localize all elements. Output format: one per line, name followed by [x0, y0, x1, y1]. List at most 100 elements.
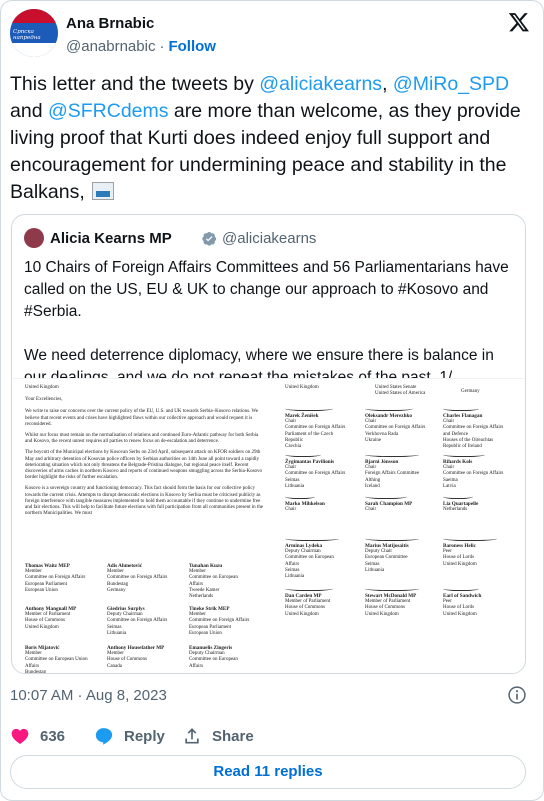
- heart-icon: [11, 728, 29, 744]
- letter-right-header: United Kingdom: [285, 385, 319, 390]
- signatory-role: European Union: [189, 630, 222, 636]
- signature-mark: [285, 535, 339, 541]
- signatory-role: Chair: [285, 507, 297, 513]
- signatory-block: Thomas Waitz MEP Member Committee on Forei…: [25, 563, 117, 594]
- quoted-author-avatar[interactable]: [24, 228, 44, 248]
- letter-paragraph: Whilst our focus must remain on the norm…: [25, 433, 259, 445]
- signatory-role: United Kingdom: [443, 611, 477, 617]
- signatory-role: Bundestag: [25, 669, 47, 674]
- info-icon[interactable]: [507, 685, 527, 705]
- signatory-block: Arminas Lydeka Deputy Chairman Committee o…: [285, 535, 377, 580]
- share-label: Share: [212, 727, 254, 745]
- signature-mark: [365, 405, 413, 411]
- letter-paragraph: The boycott of the Municipal elections b…: [25, 450, 263, 481]
- signatory-role: Lithuania: [285, 574, 305, 580]
- letter-image[interactable]: United Kingdom Your Excellencies, We wri…: [13, 378, 525, 674]
- signatory-role: European Union: [25, 587, 58, 593]
- signatory-role: United Kingdom: [25, 624, 59, 630]
- signatory-block: Žygimantas Pavilionis Chair Committee on F…: [285, 451, 377, 490]
- signatory-role: Czechia: [285, 444, 302, 450]
- signature-mark: [365, 493, 407, 499]
- author-handle-row: @anabrnabic · Follow: [66, 38, 216, 55]
- signatory-block: Dan Carden MP Member of Parliament House o…: [285, 585, 377, 618]
- signatory-role: Latvia: [443, 483, 456, 489]
- signatory-role: Affairs: [189, 663, 204, 669]
- signatory-block: Adis Ahmetović Member Committee on Foreign…: [107, 563, 199, 594]
- signatory-block: Giedrius Surplys Deputy Chairman Committee…: [107, 606, 199, 637]
- tweet-text-segment: This letter and the tweets by: [10, 73, 260, 95]
- signatory-block: Rihards Kols Chair Committee on Foreign Af…: [443, 451, 525, 490]
- signatory-block: Baroness Helic Peer House of Lords United K…: [443, 535, 525, 568]
- reply-bubble-icon: [95, 728, 113, 745]
- author-avatar[interactable]: Српска напредна: [10, 9, 58, 57]
- signature-mark: [365, 535, 419, 541]
- broken-image-icon: [92, 182, 115, 200]
- signature-mark: [285, 451, 321, 457]
- signature-mark: [443, 585, 479, 591]
- signatory-role: United Kingdom: [285, 611, 319, 617]
- signatory-block: Charles Flanagan Chair Committee on Foreig…: [443, 405, 525, 450]
- letter-paragraph: We write to raise our concerns over the …: [25, 409, 259, 427]
- author-handle[interactable]: @anabrnabic: [66, 38, 155, 55]
- verified-badge-icon: [202, 232, 217, 246]
- signatory-role: Lithuania: [365, 567, 385, 573]
- tweet-text-segment: ,: [382, 73, 393, 95]
- signatory-role: United Kingdom: [443, 561, 477, 567]
- signatory-block: Marek Ženíšek Chair Committee on Foreign A…: [285, 405, 377, 450]
- signature-mark: [285, 405, 333, 411]
- author-name[interactable]: Ana Brnabic: [66, 15, 154, 32]
- signature-mark: [443, 535, 497, 541]
- tweet-timestamp[interactable]: 10:07 AM · Aug 8, 2023: [10, 687, 167, 704]
- signatory-block: Tunahan Kuzu Member Committee on European A…: [189, 563, 281, 600]
- letter-heading: United Kingdom: [25, 385, 59, 390]
- share-button[interactable]: Share: [182, 725, 254, 747]
- signature-mark: [443, 451, 485, 457]
- mention-link[interactable]: @aliciakearns: [259, 73, 382, 95]
- letter-right-header: Germany: [461, 389, 480, 394]
- mention-link[interactable]: @MiRo_SPD: [393, 73, 509, 95]
- read-replies-button[interactable]: Read 11 replies: [10, 755, 526, 789]
- tweet-text-segment: and: [10, 100, 48, 122]
- signatory-block: Marko Mihkelson Chair: [285, 493, 377, 513]
- like-count: 636: [40, 727, 66, 745]
- quoted-tweet-header: Alicia Kearns MP @aliciakearns: [24, 228, 504, 250]
- letter-right-header: United States Senate United States of Am…: [375, 385, 426, 397]
- quoted-paragraph: 10 Chairs of Foreign Affairs Committees …: [24, 259, 509, 320]
- quoted-author-name[interactable]: Alicia Kearns MP: [50, 230, 172, 247]
- signatory-block: Emanuelis Zingeris Deputy Chairman Committ…: [189, 645, 281, 670]
- signatory-role: Lithuania: [107, 630, 127, 636]
- mention-link[interactable]: @SFRCdems: [48, 100, 169, 122]
- like-button[interactable]: 636: [10, 725, 65, 747]
- signatory-role: Netherlands: [189, 594, 214, 600]
- follow-button[interactable]: Follow: [168, 38, 216, 55]
- signature-mark: [285, 493, 315, 499]
- signature-mark: [443, 493, 473, 499]
- signatory-role: Netherlands: [443, 507, 468, 513]
- signatory-role: Republic of Ireland: [443, 444, 482, 450]
- reply-label: Reply: [124, 727, 165, 745]
- letter-greeting: Your Excellencies,: [25, 397, 63, 403]
- signatory-block: Anthony Housefather MP Member House of Com…: [107, 645, 199, 670]
- signatory-role: Canada: [107, 663, 122, 669]
- signatory-block: Earl of Sandwich Peer House of Lords United…: [443, 585, 525, 618]
- signatory-block: Tineke Strik MEP Member Committee on Forei…: [189, 606, 281, 637]
- letter-left-body: United Kingdom Your Excellencies, We wri…: [25, 385, 265, 517]
- reply-button[interactable]: Reply: [94, 725, 165, 747]
- signature-mark: [365, 585, 419, 591]
- signatory-block: Boris Mijatović Member Committee on Europe…: [25, 645, 117, 674]
- quoted-author-handle[interactable]: @aliciakearns: [222, 230, 316, 247]
- tweet-header: Српска напредна Ana Brnabic @anabrnabic ·…: [10, 9, 534, 57]
- signature-mark: [443, 405, 479, 411]
- avatar-logo-text: Српска напредна: [13, 29, 41, 41]
- signatory-role: Lithuania: [285, 483, 305, 489]
- signatory-block: Anthony Mangnall MP Member of Parliament H…: [25, 606, 117, 631]
- x-logo-icon[interactable]: [508, 11, 530, 33]
- signatory-block: Lia Quartapelle Netherlands: [443, 493, 525, 513]
- tweet-text: This letter and the tweets by @aliciakea…: [10, 71, 538, 206]
- signatory-role: Germany: [107, 587, 126, 593]
- signature-mark: [365, 451, 419, 457]
- signature-mark: [285, 585, 333, 591]
- letter-paragraph: Kosovo is a sovereign country and functi…: [25, 486, 264, 517]
- quoted-tweet[interactable]: Alicia Kearns MP @aliciakearns 10 Chairs…: [11, 214, 526, 674]
- action-bar: 636 Reply Share: [10, 725, 530, 747]
